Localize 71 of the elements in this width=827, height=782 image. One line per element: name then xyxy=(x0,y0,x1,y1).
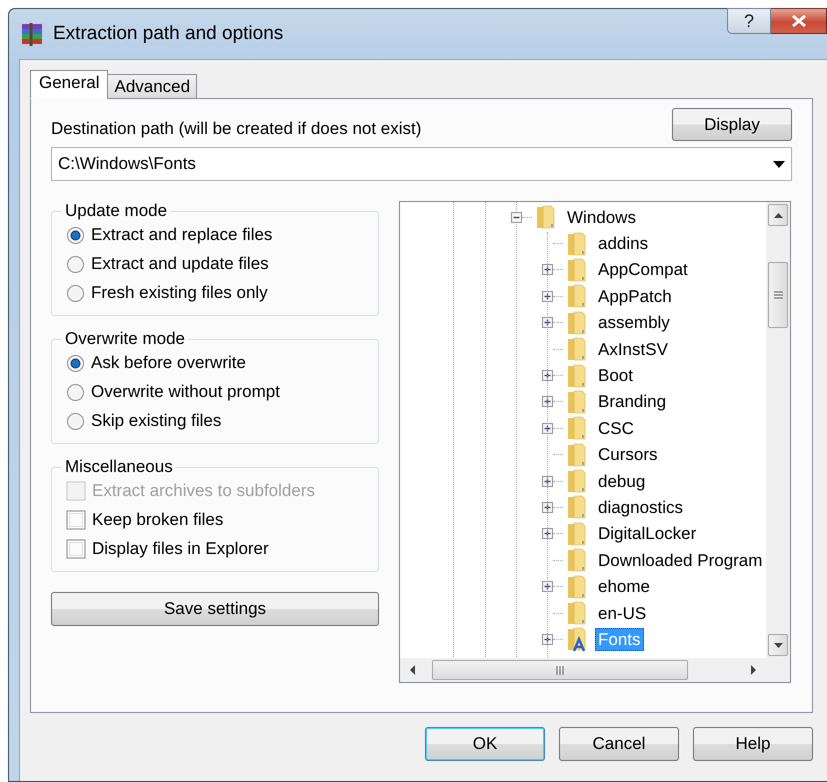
scroll-thumb[interactable] xyxy=(768,262,788,328)
tree-item[interactable]: ehome xyxy=(595,575,653,598)
display-button[interactable]: Display xyxy=(672,108,792,141)
checkbox[interactable] xyxy=(66,510,86,530)
expand-icon[interactable] xyxy=(542,317,553,328)
tree-item[interactable]: Downloaded Program xyxy=(595,548,766,572)
dialog-button[interactable]: Cancel xyxy=(559,727,679,761)
radio-option[interactable]: Fresh existing files only xyxy=(66,283,366,303)
radio-button[interactable] xyxy=(66,254,85,274)
expand-icon[interactable] xyxy=(542,528,553,540)
tree-item[interactable]: en-US xyxy=(595,602,650,625)
app-icon xyxy=(19,21,45,47)
expand-icon[interactable] xyxy=(542,476,553,487)
tab[interactable]: General xyxy=(30,70,108,99)
radio-option[interactable]: Overwrite without prompt xyxy=(66,382,366,402)
tree-item[interactable]: AxInstSV xyxy=(595,338,671,361)
collapse-icon[interactable] xyxy=(511,212,522,223)
horizontal-scrollbar[interactable] xyxy=(400,658,766,682)
radio-option[interactable]: Ask before overwrite xyxy=(66,353,366,373)
scrollbar-corner xyxy=(766,658,790,682)
radio-option[interactable]: Skip existing files xyxy=(66,411,366,431)
down-arrow-icon xyxy=(774,642,782,648)
window-title: Extraction path and options xyxy=(53,23,284,45)
expand-icon[interactable] xyxy=(542,581,553,592)
destination-path-field[interactable]: C:\Windows\Fonts xyxy=(51,147,792,181)
tree-item[interactable]: Branding xyxy=(595,390,670,414)
group-title: Update mode xyxy=(64,201,168,221)
dialog-button[interactable]: OK xyxy=(425,727,545,761)
tree-item[interactable]: Windows xyxy=(564,206,639,229)
checkbox-option[interactable]: Keep broken files xyxy=(66,510,366,530)
radio-option[interactable]: Extract and replace files xyxy=(66,225,366,245)
dropdown-icon[interactable] xyxy=(773,160,785,168)
destination-label: Destination path (will be created if does not exist) xyxy=(51,119,422,140)
close-icon xyxy=(790,14,808,28)
tree-item[interactable]: CSC xyxy=(595,416,637,440)
close-button[interactable] xyxy=(771,8,827,34)
up-arrow-icon xyxy=(774,212,782,218)
dialog-button[interactable]: Help xyxy=(693,727,813,761)
group-title: Miscellaneous xyxy=(64,457,174,477)
checkbox[interactable] xyxy=(66,539,86,559)
tree-item[interactable]: AppPatch xyxy=(595,284,675,308)
tree-item[interactable]: DigitalLocker xyxy=(595,522,700,546)
expand-icon[interactable] xyxy=(542,502,553,513)
scroll-down-button[interactable] xyxy=(768,634,788,656)
radio-button[interactable] xyxy=(66,284,85,302)
expand-icon[interactable] xyxy=(542,634,553,645)
tree-item[interactable]: diagnostics xyxy=(595,496,686,519)
expand-icon[interactable] xyxy=(542,370,553,382)
tab[interactable]: Advanced xyxy=(107,74,198,99)
tree-item[interactable]: debug xyxy=(595,470,648,493)
tree-item[interactable]: Cursors xyxy=(595,443,661,466)
tree-item[interactable]: Boot xyxy=(595,364,636,388)
radio-button[interactable] xyxy=(66,226,85,244)
help-button[interactable]: ? xyxy=(727,8,771,34)
radio-button[interactable] xyxy=(66,412,85,430)
scroll-thumb[interactable] xyxy=(432,660,688,680)
radio-option[interactable]: Extract and update files xyxy=(66,254,366,274)
save-settings-button[interactable]: Save settings xyxy=(51,592,379,626)
checkbox-option[interactable]: Display files in Explorer xyxy=(66,539,366,559)
radio-button[interactable] xyxy=(66,354,85,372)
expand-icon[interactable] xyxy=(542,264,553,276)
expand-icon[interactable] xyxy=(542,396,553,408)
tree-item[interactable]: AppCompat xyxy=(595,258,691,282)
group-title: Overwrite mode xyxy=(64,329,186,349)
vertical-scrollbar[interactable] xyxy=(766,202,790,658)
tree-item[interactable]: assembly xyxy=(595,311,673,334)
expand-icon[interactable] xyxy=(542,290,553,302)
tree-item[interactable]: addins xyxy=(595,232,652,256)
radio-button[interactable] xyxy=(66,382,85,402)
scroll-up-button[interactable] xyxy=(768,204,788,226)
expand-icon[interactable] xyxy=(542,422,553,434)
